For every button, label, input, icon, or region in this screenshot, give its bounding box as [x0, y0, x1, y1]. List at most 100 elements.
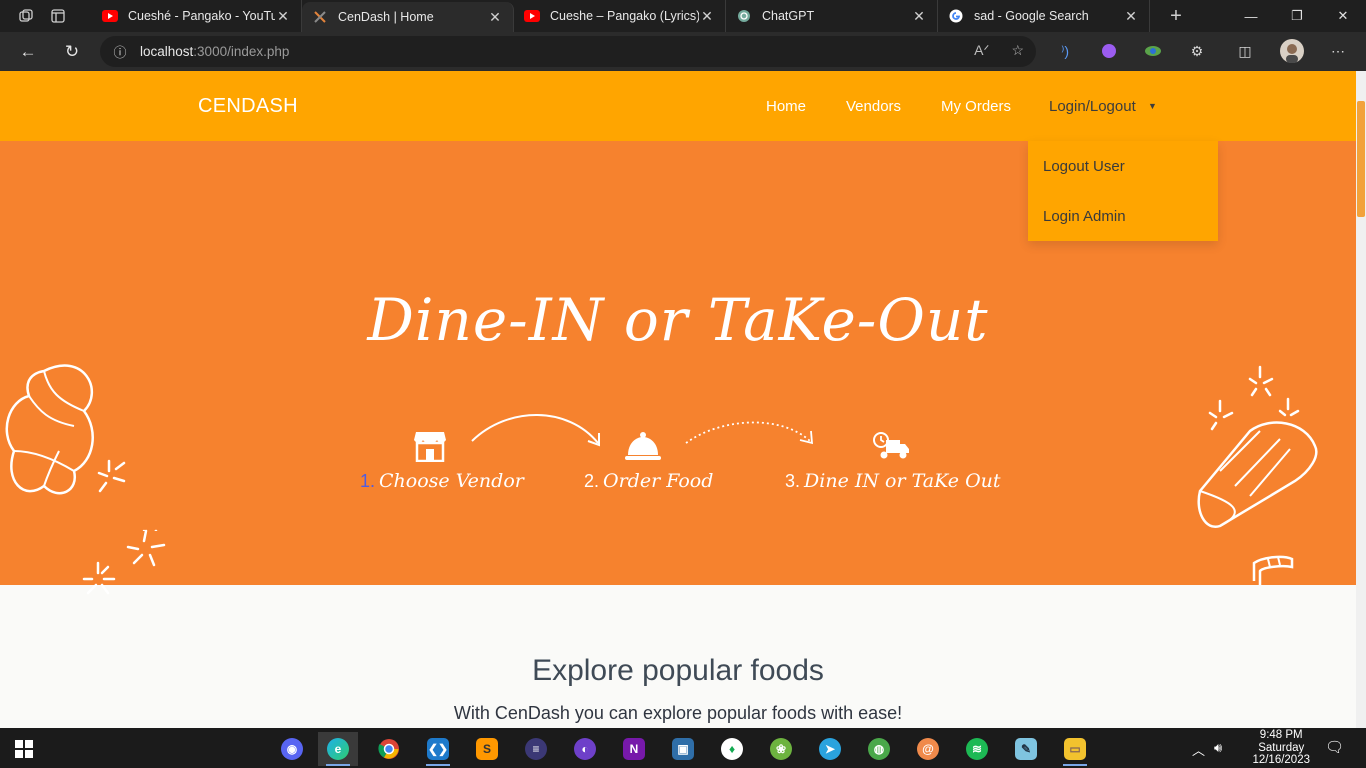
chatgpt-icon: [736, 8, 752, 24]
extension-icon[interactable]: [1097, 39, 1121, 63]
close-tab-icon[interactable]: ✕: [699, 8, 715, 25]
step-arrow-icon: [471, 414, 600, 447]
section-title: Explore popular foods: [532, 654, 824, 687]
spring-icon[interactable]: ❀: [761, 732, 801, 766]
read-aloud-icon[interactable]: Aᐟ: [974, 42, 989, 59]
login-dropdown-menu: Logout User Login Admin: [1028, 141, 1218, 241]
step-label: Choose Vendor: [379, 470, 524, 492]
browser-tab[interactable]: ChatGPT ✕: [726, 0, 938, 32]
website-viewport: Dine-IN or TaKe-Out 1. Choose Vendor 2. …: [0, 71, 1356, 728]
close-tab-icon[interactable]: ✕: [911, 8, 927, 25]
url-text[interactable]: localhost:3000/index.php: [140, 44, 289, 59]
straw-cup-doodle-icon: [1252, 555, 1294, 585]
section-subtitle: With CenDash you can explore popular foo…: [453, 703, 903, 723]
system-clock[interactable]: 9:48 PM Saturday 12/16/2023: [1252, 729, 1310, 767]
workspaces-icon[interactable]: [10, 0, 42, 32]
window-controls: — ❐ ✕: [1228, 0, 1366, 32]
favorite-star-icon[interactable]: ☆: [1011, 42, 1024, 59]
close-tab-icon[interactable]: ✕: [275, 8, 291, 25]
serving-cloche-icon: [625, 432, 661, 460]
extensions-puzzle-icon[interactable]: ⚙: [1185, 39, 1209, 63]
start-button[interactable]: [4, 732, 44, 766]
brand-logo[interactable]: CENDASH: [198, 95, 298, 118]
step-1: 1. Choose Vendor: [360, 470, 524, 492]
split-screen-icon[interactable]: ◫: [1233, 39, 1257, 63]
telegram-icon[interactable]: ➤: [810, 732, 850, 766]
minimize-icon[interactable]: —: [1228, 0, 1274, 32]
edge-icon[interactable]: e: [318, 732, 358, 766]
delivery-truck-icon: [873, 432, 909, 459]
chevron-down-icon[interactable]: ▼: [1148, 101, 1157, 111]
show-hidden-icons-icon[interactable]: ︿: [1192, 740, 1205, 759]
sparkle-doodle-icon: [126, 529, 166, 567]
file-explorer-icon[interactable]: ▭: [1055, 732, 1095, 766]
restore-icon[interactable]: ❐: [1274, 0, 1320, 32]
onenote-icon[interactable]: N: [614, 732, 654, 766]
tab-title: Cueshé - Pangako - YouTube: [128, 9, 275, 23]
site-info-icon[interactable]: ⓘ: [100, 42, 140, 61]
extension-icon[interactable]: ⁾): [1053, 39, 1077, 63]
step-arrow-dotted-icon: [685, 421, 814, 445]
tab-title: CenDash | Home: [338, 10, 434, 24]
tab-title: sad - Google Search: [974, 9, 1089, 23]
browser-tab[interactable]: Cueshé - Pangako - YouTube ✕: [92, 0, 302, 32]
cendash-icon: [312, 9, 328, 25]
step-number: 3.: [785, 471, 801, 491]
store-icon: [414, 432, 446, 462]
nav-vendors[interactable]: Vendors: [846, 98, 901, 115]
step-label: Order Food: [603, 470, 714, 492]
nav-home[interactable]: Home: [766, 98, 806, 115]
tab-title: ChatGPT: [762, 9, 815, 23]
step-3: 3. Dine IN or TaKe Out: [785, 470, 1001, 492]
back-arrow-icon[interactable]: ←: [8, 36, 48, 68]
close-window-icon[interactable]: ✕: [1320, 0, 1366, 32]
browser-tab-bar: Cueshé - Pangako - YouTube ✕ CenDash | H…: [0, 0, 1366, 32]
croissant-doodle-icon: [5, 364, 158, 531]
extension-icon[interactable]: [1141, 39, 1165, 63]
notepad-icon[interactable]: ✎: [1006, 732, 1046, 766]
spotify-icon[interactable]: ≋: [957, 732, 997, 766]
virtualbox-icon[interactable]: ▣: [663, 732, 703, 766]
nav-my-orders[interactable]: My Orders: [941, 98, 1011, 115]
more-menu-icon[interactable]: ⋯: [1326, 39, 1350, 63]
menu-item-login-admin[interactable]: Login Admin: [1043, 208, 1126, 225]
sublime-text-icon[interactable]: S: [467, 732, 507, 766]
network-app-icon[interactable]: ◍: [859, 732, 899, 766]
menu-item-logout-user[interactable]: Logout User: [1043, 158, 1125, 175]
clock-day: Saturday: [1258, 741, 1305, 754]
site-navbar: CENDASH Home Vendors My Orders Login/Log…: [0, 71, 1356, 141]
browser-tab-active[interactable]: CenDash | Home ✕: [302, 2, 514, 32]
step-number: 1.: [360, 471, 376, 491]
sparkle-doodle-icon: [82, 561, 116, 595]
tab-title: Cueshe – Pangako (Lyrics) - YouTube: [550, 9, 699, 23]
close-tab-icon[interactable]: ✕: [487, 9, 503, 26]
app-swirl-icon[interactable]: @: [908, 732, 948, 766]
google-icon: [948, 8, 964, 24]
tab-actions-icon[interactable]: [42, 0, 74, 32]
browser-tab[interactable]: sad - Google Search ✕: [938, 0, 1150, 32]
mongodb-icon[interactable]: ♦: [712, 732, 752, 766]
close-tab-icon[interactable]: ✕: [1123, 8, 1139, 25]
profile-avatar[interactable]: [1280, 39, 1304, 63]
github-icon[interactable]: ◐: [565, 732, 605, 766]
page-scrollbar[interactable]: [1356, 71, 1366, 728]
scrollbar-thumb[interactable]: [1357, 101, 1365, 217]
browser-tab[interactable]: Cueshe – Pangako (Lyrics) - YouTube ✕: [514, 0, 726, 32]
step-number: 2.: [584, 471, 600, 491]
address-bar[interactable]: ⓘ localhost:3000/index.php Aᐟ ☆: [100, 36, 1036, 67]
clock-time: 9:48 PM: [1259, 729, 1303, 741]
nav-login-logout[interactable]: Login/Logout: [1049, 98, 1136, 115]
notifications-icon[interactable]: 🗨︎: [1325, 738, 1344, 756]
refresh-icon[interactable]: ↻: [52, 36, 92, 68]
eclipse-icon[interactable]: ≡: [516, 732, 556, 766]
discord-icon[interactable]: ◉: [272, 732, 312, 766]
new-tab-button[interactable]: +: [1160, 5, 1192, 28]
chrome-icon[interactable]: [369, 732, 409, 766]
clock-date: 12/16/2023: [1252, 754, 1310, 766]
vscode-icon[interactable]: ❮❯: [418, 732, 458, 766]
step-label: Dine IN or TaKe Out: [804, 470, 1001, 492]
sandwich-doodle-icon: [1197, 365, 1318, 528]
volume-icon[interactable]: 🔊︎: [1214, 740, 1222, 756]
step-2: 2. Order Food: [584, 470, 713, 492]
windows-taskbar: ◉ e ❮❯ S ≡ ◐ N ▣ ♦ ❀ ➤ ◍ @ ≋ ✎ ▭ ︿ 🔊︎ 9:…: [0, 728, 1366, 768]
